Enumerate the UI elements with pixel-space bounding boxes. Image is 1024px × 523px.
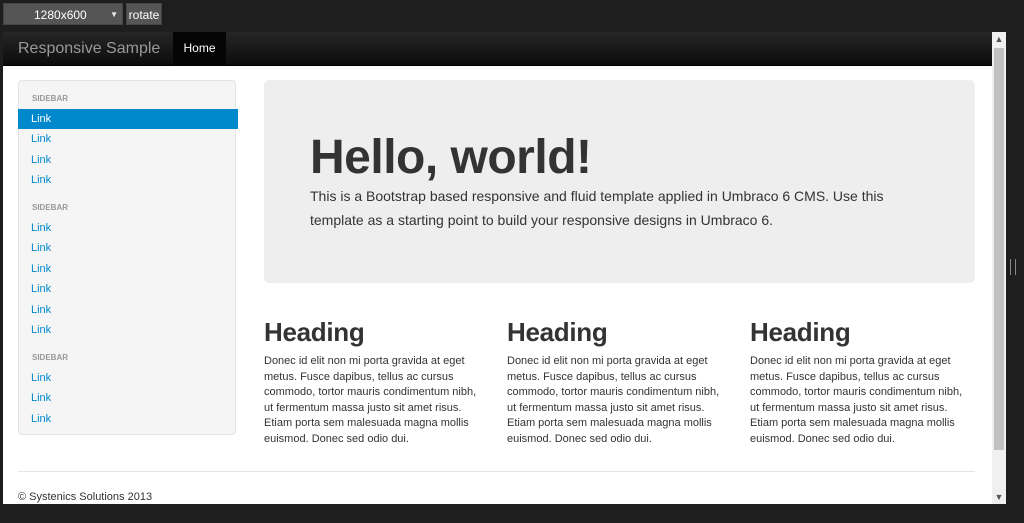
sidebar-link[interactable]: Link <box>19 368 237 388</box>
column-text: Donec id elit non mi porta gravida at eg… <box>264 355 477 445</box>
column-heading: Heading <box>264 317 365 347</box>
sidebar-link[interactable]: Link <box>18 109 238 129</box>
content-column: Heading Donec id elit non mi porta gravi… <box>507 317 723 448</box>
sidebar-link[interactable]: Link <box>19 279 237 299</box>
column-heading: Heading <box>507 317 608 347</box>
sidebar-link[interactable]: Link <box>19 259 237 279</box>
sidebar-link[interactable]: Link <box>19 409 237 429</box>
sidebar-link[interactable]: Link <box>19 218 237 238</box>
sidebar-header: SIDEBAR <box>32 353 69 362</box>
scroll-thumb[interactable] <box>994 48 1004 450</box>
sidebar-link[interactable]: Link <box>19 238 237 258</box>
sidebar-link[interactable]: Link <box>19 388 237 408</box>
resolution-select[interactable]: 1280x600 ▼ <box>3 3 123 25</box>
sidebar-link[interactable]: Link <box>19 129 237 149</box>
column-heading: Heading <box>750 317 851 347</box>
sidebar-link[interactable]: Link <box>19 300 237 320</box>
emulator-toolbar: 1280x600 ▼ rotate <box>0 0 1024 30</box>
arrow-down-icon[interactable]: ▼ <box>992 490 1006 504</box>
arrow-up-icon[interactable]: ▲ <box>992 32 1006 46</box>
rotate-button[interactable]: rotate <box>126 3 162 25</box>
hero-text: This is a Bootstrap based responsive and… <box>310 188 884 228</box>
sidebar-link[interactable]: Link <box>19 320 237 340</box>
navbar: Responsive Sample Home <box>3 32 1006 66</box>
brand-link[interactable]: Responsive Sample <box>18 32 160 65</box>
vertical-scrollbar[interactable]: ▲ ▼ <box>992 32 1006 504</box>
hero-unit: Hello, world! This is a Bootstrap based … <box>264 80 975 283</box>
sidebar-header: SIDEBAR <box>32 203 69 212</box>
footer-divider <box>18 471 975 472</box>
caret-down-icon: ▼ <box>110 10 118 19</box>
sidebar: SIDEBAR Link Link Link Link SIDEBAR Link… <box>18 80 238 435</box>
hero-title: Hello, world! <box>310 131 592 184</box>
resize-handle[interactable] <box>1010 259 1016 275</box>
column-text: Donec id elit non mi porta gravida at eg… <box>507 355 720 445</box>
sidebar-link[interactable]: Link <box>19 170 237 190</box>
page-viewport: Responsive Sample Home SIDEBAR Link Link… <box>3 32 1006 504</box>
sidebar-header: SIDEBAR <box>32 94 69 103</box>
column-text: Donec id elit non mi porta gravida at eg… <box>750 355 963 445</box>
sidebar-link[interactable]: Link <box>19 150 237 170</box>
footer-text: © Systenics Solutions 2013 <box>18 491 153 503</box>
content-column: Heading Donec id elit non mi porta gravi… <box>264 317 480 448</box>
nav-item-home[interactable]: Home <box>173 32 226 65</box>
content-column: Heading Donec id elit non mi porta gravi… <box>750 317 966 448</box>
resolution-value: 1280x600 <box>34 8 87 22</box>
